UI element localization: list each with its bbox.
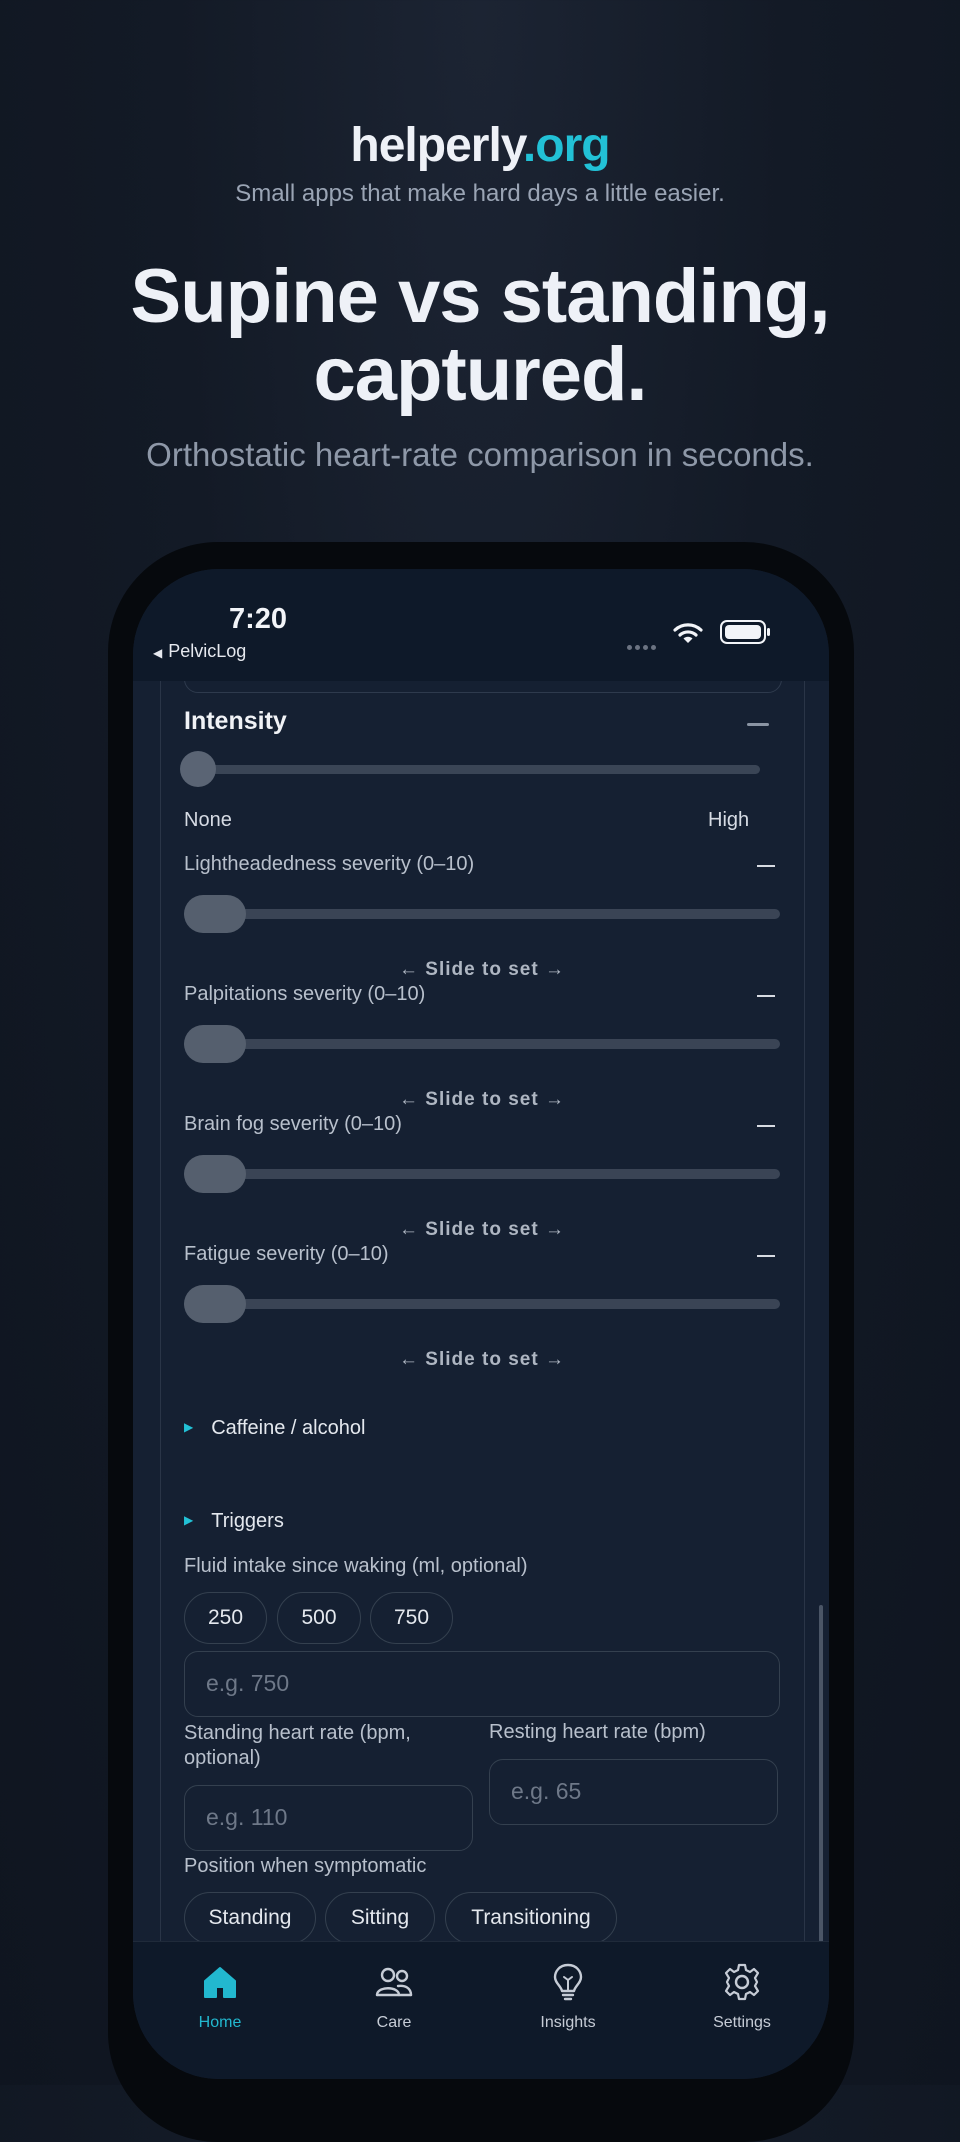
fluid-chip-750[interactable]: 750 bbox=[370, 1592, 453, 1644]
status-bar: 7:20 ◀ PelvicLog bbox=[133, 569, 829, 681]
intensity-slider-knob[interactable] bbox=[180, 751, 216, 787]
fatigue-slider-track[interactable] bbox=[184, 1299, 780, 1309]
tab-settings-label: Settings bbox=[713, 2014, 771, 2031]
phone-screen: 7:20 ◀ PelvicLog Intensity None High Ligh… bbox=[133, 569, 829, 2079]
back-to-app-button[interactable]: ◀ PelvicLog bbox=[153, 641, 246, 662]
fluid-chip-500[interactable]: 500 bbox=[277, 1592, 361, 1644]
headline-line-2: captured. bbox=[313, 332, 647, 417]
lightheadedness-value-dash bbox=[757, 865, 775, 867]
fluid-chip-250[interactable]: 250 bbox=[184, 1592, 267, 1644]
brain-fog-label: Brain fog severity (0–10) bbox=[184, 1113, 402, 1135]
tab-insights-label: Insights bbox=[540, 2014, 596, 2031]
disclosure-triangle-icon: ▶ bbox=[184, 1513, 194, 1527]
brand-name: helperly bbox=[350, 119, 524, 172]
caffeine-alcohol-toggle[interactable]: ▶ Caffeine / alcohol bbox=[184, 1417, 365, 1440]
tagline: Small apps that make hard days a little … bbox=[235, 180, 725, 207]
intensity-title: Intensity bbox=[184, 707, 287, 735]
disclosure-triangle-icon: ▶ bbox=[184, 1420, 194, 1434]
palpitations-label: Palpitations severity (0–10) bbox=[184, 983, 426, 1005]
lightbulb-icon bbox=[553, 1963, 583, 2001]
standing-hr-input[interactable]: e.g. 110 bbox=[184, 1785, 473, 1851]
tab-home-label: Home bbox=[198, 2014, 242, 2031]
tab-care-label: Care bbox=[376, 2014, 412, 2031]
headline-line-1: Supine vs standing, bbox=[130, 254, 831, 339]
battery-icon bbox=[720, 620, 770, 644]
status-time: 7:20 bbox=[229, 603, 288, 635]
tab-bar: Home Care Insights Settings bbox=[133, 1941, 829, 2079]
fluid-intake-label: Fluid intake since waking (ml, optional) bbox=[184, 1555, 528, 1577]
triggers-toggle[interactable]: ▶ Triggers bbox=[184, 1510, 284, 1533]
tab-insights[interactable]: Insights bbox=[481, 1942, 655, 2052]
brand-logo: helperly.org bbox=[0, 118, 960, 173]
tab-care[interactable]: Care bbox=[307, 1942, 481, 2052]
brain-fog-value-dash bbox=[757, 1125, 775, 1127]
brain-fog-slide-hint: ← Slide to set → bbox=[399, 1219, 565, 1240]
position-chip-transitioning[interactable]: Transitioning bbox=[445, 1892, 617, 1941]
lightheadedness-slide-hint: ← Slide to set → bbox=[399, 959, 565, 980]
lightheadedness-slider-track[interactable] bbox=[184, 909, 780, 919]
caffeine-alcohol-label: Caffeine / alcohol bbox=[211, 1417, 366, 1439]
fatigue-value-dash bbox=[757, 1255, 775, 1257]
brain-fog-slider-knob[interactable] bbox=[184, 1155, 246, 1193]
lightheadedness-label: Lightheadedness severity (0–10) bbox=[184, 853, 475, 875]
resting-hr-label: Resting heart rate (bpm) bbox=[489, 1721, 706, 1743]
resting-hr-input[interactable]: e.g. 65 bbox=[489, 1759, 778, 1825]
palpitations-value-dash bbox=[757, 995, 775, 997]
position-chip-sitting[interactable]: Sitting bbox=[325, 1892, 435, 1941]
people-icon bbox=[375, 1967, 413, 1997]
palpitations-slider-knob[interactable] bbox=[184, 1025, 246, 1063]
standing-hr-label: Standing heart rate (bpm, optional) bbox=[184, 1722, 411, 1769]
back-triangle-icon: ◀ bbox=[153, 646, 163, 660]
gear-icon bbox=[724, 1963, 760, 2001]
fatigue-slide-hint: ← Slide to set → bbox=[399, 1349, 565, 1370]
back-app-label: PelvicLog bbox=[168, 641, 247, 661]
palpitations-slide-hint: ← Slide to set → bbox=[399, 1089, 565, 1110]
tab-settings[interactable]: Settings bbox=[655, 1942, 829, 2052]
position-chip-standing[interactable]: Standing bbox=[184, 1892, 316, 1941]
tab-home[interactable]: Home bbox=[133, 1942, 307, 2052]
intensity-max-label: High bbox=[708, 809, 750, 831]
subhead: Orthostatic heart-rate comparison in sec… bbox=[146, 436, 814, 473]
headline: Supine vs standing, captured. bbox=[0, 258, 960, 414]
position-label: Position when symptomatic bbox=[184, 1855, 427, 1877]
form-scroll-area[interactable]: Intensity None High Lightheadedness seve… bbox=[160, 681, 805, 1941]
intensity-value-dash bbox=[747, 723, 769, 726]
cellular-dots-icon bbox=[627, 637, 659, 655]
intensity-min-label: None bbox=[184, 809, 232, 831]
fluid-intake-input[interactable]: e.g. 750 bbox=[184, 1651, 780, 1717]
home-icon bbox=[204, 1967, 236, 1998]
intensity-slider-track[interactable] bbox=[184, 765, 760, 774]
wifi-icon bbox=[673, 623, 703, 643]
previous-field-edge bbox=[184, 681, 782, 693]
brand-tld: .org bbox=[522, 119, 611, 172]
fatigue-slider-knob[interactable] bbox=[184, 1285, 246, 1323]
scrollbar-thumb[interactable] bbox=[819, 1605, 823, 1973]
lightheadedness-slider-knob[interactable] bbox=[184, 895, 246, 933]
fatigue-label: Fatigue severity (0–10) bbox=[184, 1243, 389, 1265]
triggers-label: Triggers bbox=[211, 1510, 284, 1532]
brain-fog-slider-track[interactable] bbox=[184, 1169, 780, 1179]
palpitations-slider-track[interactable] bbox=[184, 1039, 780, 1049]
